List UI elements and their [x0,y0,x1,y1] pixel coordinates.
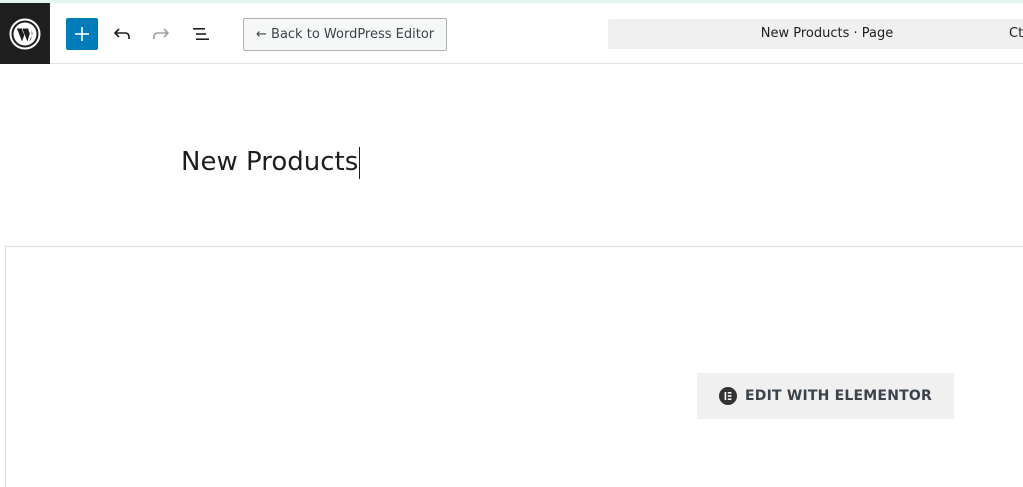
wordpress-logo-button[interactable] [0,3,50,64]
undo-button[interactable] [106,18,138,50]
text-caret [359,146,361,179]
list-view-icon [193,28,209,40]
add-block-button[interactable]: + [66,18,98,50]
redo-button[interactable] [145,18,177,50]
back-to-wordpress-editor-button[interactable]: ← Back to WordPress Editor [243,18,448,51]
edit-with-elementor-button[interactable]: EDIT WITH ELEMENTOR [697,373,954,419]
command-shortcut: Ctrl+K [1009,26,1023,41]
elementor-content-area [5,246,1023,487]
undo-icon [113,28,130,39]
elementor-icon [719,387,738,405]
plus-icon [75,27,89,41]
editor-header: + ← Back to WordPress Editor New Product… [0,3,1023,64]
redo-icon [153,28,170,39]
post-title-input[interactable]: New Products [181,143,361,181]
back-button-label: ← Back to WordPress Editor [256,27,435,42]
document-title: New Products · Page [760,26,894,41]
document-bar[interactable]: New Products · Page Ctrl+K [608,19,1023,49]
document-overview-button[interactable] [185,18,217,50]
wordpress-logo-icon [9,18,41,49]
post-title-text: New Products [181,147,359,177]
edit-with-elementor-label: EDIT WITH ELEMENTOR [745,388,932,404]
